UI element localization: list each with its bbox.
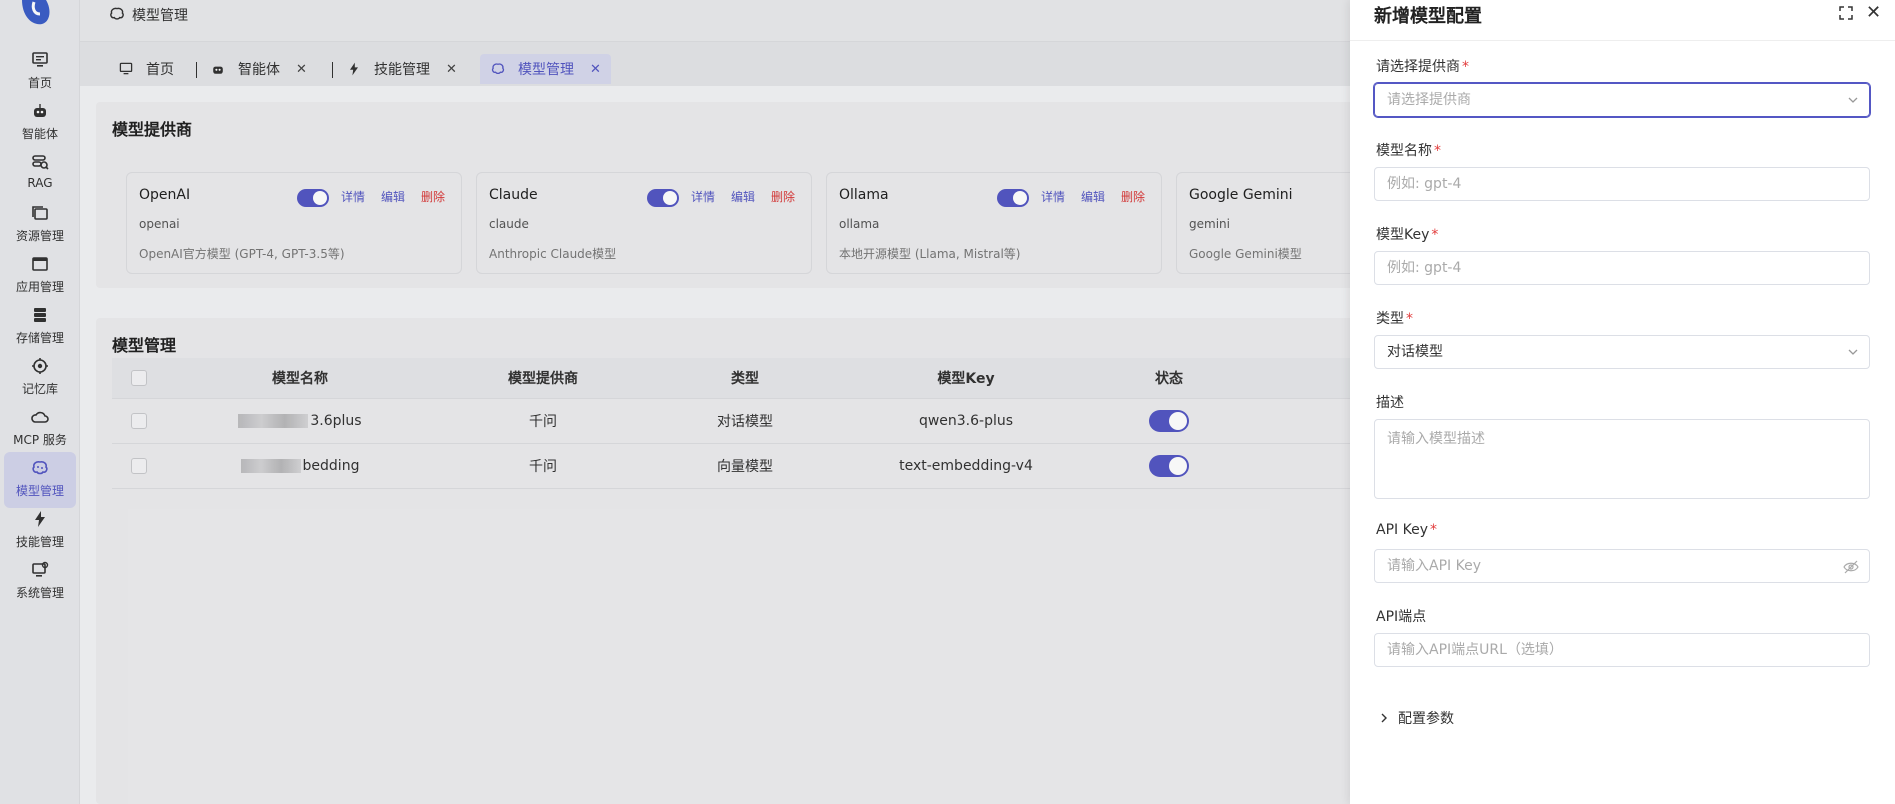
chevron-down-icon	[1848, 97, 1858, 103]
drawer-title: 新增模型配置	[1374, 6, 1482, 27]
eye-off-icon[interactable]	[1843, 559, 1859, 575]
close-icon[interactable]: ✕	[1866, 2, 1881, 23]
api-key-input[interactable]: 请输入API Key	[1374, 549, 1870, 583]
provider-placeholder: 请选择提供商	[1387, 92, 1471, 108]
chevron-down-icon	[1848, 349, 1858, 355]
config-params-label: 配置参数	[1398, 711, 1454, 727]
api-endpoint-input[interactable]: 请输入API端点URL（选填）	[1374, 633, 1870, 667]
type-label: 类型 *	[1376, 311, 1413, 327]
modal-overlay[interactable]	[0, 0, 1350, 804]
add-model-drawer: 新增模型配置 ✕ 请选择提供商 * 请选择提供商 模型名称 * 例如: gpt-4 …	[1350, 0, 1895, 804]
provider-select[interactable]: 请选择提供商	[1374, 83, 1870, 117]
config-params-toggle[interactable]: 配置参数	[1378, 708, 1454, 728]
model-name-label: 模型名称 *	[1376, 143, 1441, 159]
chevron-right-icon	[1381, 713, 1387, 723]
provider-label: 请选择提供商 *	[1376, 59, 1469, 75]
api-key-label: API Key *	[1376, 522, 1437, 538]
divider	[1350, 40, 1895, 41]
description-label: 描述	[1376, 395, 1404, 411]
model-key-input[interactable]: 例如: gpt-4	[1374, 251, 1870, 285]
type-select[interactable]: 对话模型	[1374, 335, 1870, 369]
model-name-input[interactable]: 例如: gpt-4	[1374, 167, 1870, 201]
type-value: 对话模型	[1387, 344, 1443, 360]
api-endpoint-label: API端点	[1376, 609, 1427, 625]
description-textarea[interactable]: 请输入模型描述	[1374, 419, 1870, 499]
model-key-label: 模型Key *	[1376, 227, 1439, 243]
fullscreen-icon[interactable]	[1838, 5, 1854, 21]
